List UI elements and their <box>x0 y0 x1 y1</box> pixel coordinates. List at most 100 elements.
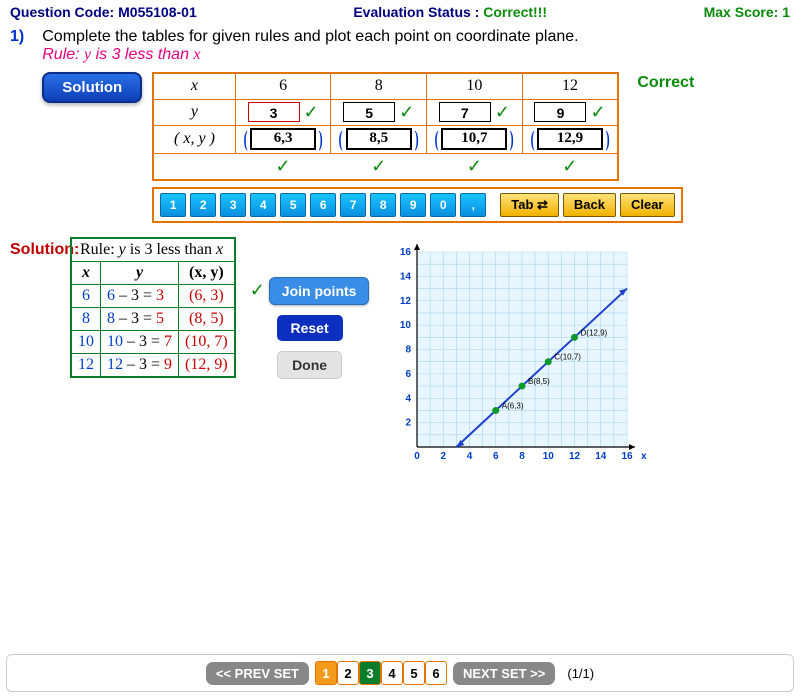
check-icon: ✓ <box>276 156 291 176</box>
max-score: 1 <box>782 4 790 20</box>
y-input-2[interactable]: 7 <box>439 102 491 122</box>
key-8[interactable]: 8 <box>370 193 396 217</box>
question-code: M055108-01 <box>118 4 197 20</box>
coordinate-plane[interactable]: 0246810121416246810121416xA(6,3)B(8,5)C(… <box>387 237 647 477</box>
sol-pair: (6, 3) <box>179 284 235 307</box>
svg-text:8: 8 <box>406 344 412 355</box>
svg-text:14: 14 <box>400 271 412 282</box>
key-7[interactable]: 7 <box>340 193 366 217</box>
y-input-0[interactable]: 3 <box>248 102 300 122</box>
sol-eq: 10 – 3 = 7 <box>101 330 179 353</box>
x1: 8 <box>331 73 427 99</box>
sol-x: 6 <box>71 284 101 307</box>
page-2[interactable]: 2 <box>337 661 359 685</box>
prev-set-button[interactable]: << PREV SET <box>206 662 309 685</box>
sol-table-title: Rule: y is 3 less than x <box>71 238 235 262</box>
svg-text:A(6,3): A(6,3) <box>502 401 524 410</box>
page-4[interactable]: 4 <box>381 661 403 685</box>
svg-text:2: 2 <box>441 451 447 462</box>
sol-eq: 8 – 3 = 5 <box>101 307 179 330</box>
input-table: x 6 8 10 12 y 3 ✓ 5 ✓ 7 ✓ 9 ✓ ( x, y <box>152 72 619 181</box>
header: Question Code: M055108-01 Evaluation Sta… <box>0 0 800 24</box>
svg-text:C(10,7): C(10,7) <box>555 352 582 361</box>
svg-text:10: 10 <box>400 320 412 331</box>
page-6[interactable]: 6 <box>425 661 447 685</box>
svg-text:6: 6 <box>406 368 412 379</box>
footer-nav: << PREV SET 123456 NEXT SET >> (1/1) <box>6 654 794 692</box>
page-3[interactable]: 3 <box>359 661 381 685</box>
solution-button[interactable]: Solution <box>42 72 142 103</box>
action-buttons: ✓ Join points Reset Done <box>250 277 370 379</box>
question-number: 1) <box>10 28 24 223</box>
pair-input-1[interactable]: 8,5 <box>346 128 412 150</box>
svg-text:0: 0 <box>415 451 421 462</box>
key-1[interactable]: 1 <box>160 193 186 217</box>
pair-input-0[interactable]: 6,3 <box>250 128 316 150</box>
sol-pair: (10, 7) <box>179 330 235 353</box>
key-2[interactable]: 2 <box>190 193 216 217</box>
key-comma[interactable]: , <box>460 193 486 217</box>
page-1[interactable]: 1 <box>315 661 337 685</box>
sol-eq: 6 – 3 = 3 <box>101 284 179 307</box>
key-6[interactable]: 6 <box>310 193 336 217</box>
y-input-3[interactable]: 9 <box>534 102 586 122</box>
y-input-1[interactable]: 5 <box>343 102 395 122</box>
check-icon: ✓ <box>371 156 386 176</box>
key-5[interactable]: 5 <box>280 193 306 217</box>
svg-text:2: 2 <box>406 417 412 428</box>
join-points-button[interactable]: Join points <box>269 277 370 305</box>
sol-x: 8 <box>71 307 101 330</box>
solution-table: Rule: y is 3 less than x x y (x, y) 6 6 … <box>70 237 236 378</box>
svg-text:8: 8 <box>520 451 526 462</box>
check-icon: ✓ <box>562 156 577 176</box>
svg-text:B(8,5): B(8,5) <box>528 377 550 386</box>
question-text: Complete the tables for given rules and … <box>42 28 790 46</box>
reset-button[interactable]: Reset <box>277 315 343 341</box>
th-x: x <box>153 73 235 99</box>
th-xy: ( x, y ) <box>153 125 235 153</box>
svg-text:16: 16 <box>400 247 412 258</box>
svg-text:16: 16 <box>622 451 634 462</box>
key-clear[interactable]: Clear <box>620 193 675 217</box>
svg-text:12: 12 <box>400 295 412 306</box>
key-9[interactable]: 9 <box>400 193 426 217</box>
x3: 12 <box>522 73 618 99</box>
key-0[interactable]: 0 <box>430 193 456 217</box>
page-5[interactable]: 5 <box>403 661 425 685</box>
sol-pair: (8, 5) <box>179 307 235 330</box>
question-rule: Rule: y is 3 less than x <box>42 46 790 64</box>
check-icon: ✓ <box>250 280 265 301</box>
svg-text:4: 4 <box>406 393 412 404</box>
svg-text:12: 12 <box>569 451 581 462</box>
eval-status: Correct!!! <box>483 4 547 20</box>
keypad: 1 2 3 4 5 6 7 8 9 0 , Tab ⇄ Back Clear <box>152 187 682 223</box>
next-set-button[interactable]: NEXT SET >> <box>453 662 555 685</box>
key-4[interactable]: 4 <box>250 193 276 217</box>
pair-input-3[interactable]: 12,9 <box>537 128 603 150</box>
max-score-label: Max Score: <box>704 4 783 20</box>
sol-x: 10 <box>71 330 101 353</box>
sol-x: 12 <box>71 353 101 377</box>
sol-eq: 12 – 3 = 9 <box>101 353 179 377</box>
svg-text:D(12,9): D(12,9) <box>581 328 608 337</box>
svg-text:6: 6 <box>493 451 499 462</box>
svg-text:10: 10 <box>543 451 555 462</box>
svg-text:4: 4 <box>467 451 473 462</box>
done-button[interactable]: Done <box>277 351 342 379</box>
sol-pair: (12, 9) <box>179 353 235 377</box>
eval-label: Evaluation Status : <box>353 4 483 20</box>
check-icon: ✓ <box>467 156 482 176</box>
pair-input-2[interactable]: 10,7 <box>441 128 507 150</box>
key-3[interactable]: 3 <box>220 193 246 217</box>
check-icon: ✓ <box>399 102 414 122</box>
correct-tag: Correct <box>637 74 694 92</box>
key-tab[interactable]: Tab ⇄ <box>500 193 559 217</box>
check-icon: ✓ <box>304 102 319 122</box>
check-icon: ✓ <box>590 102 605 122</box>
x0: 6 <box>235 73 331 99</box>
svg-text:x: x <box>641 451 647 462</box>
solution-label: Solution: <box>10 241 60 259</box>
key-back[interactable]: Back <box>563 193 616 217</box>
check-icon: ✓ <box>495 102 510 122</box>
th-y: y <box>153 99 235 125</box>
